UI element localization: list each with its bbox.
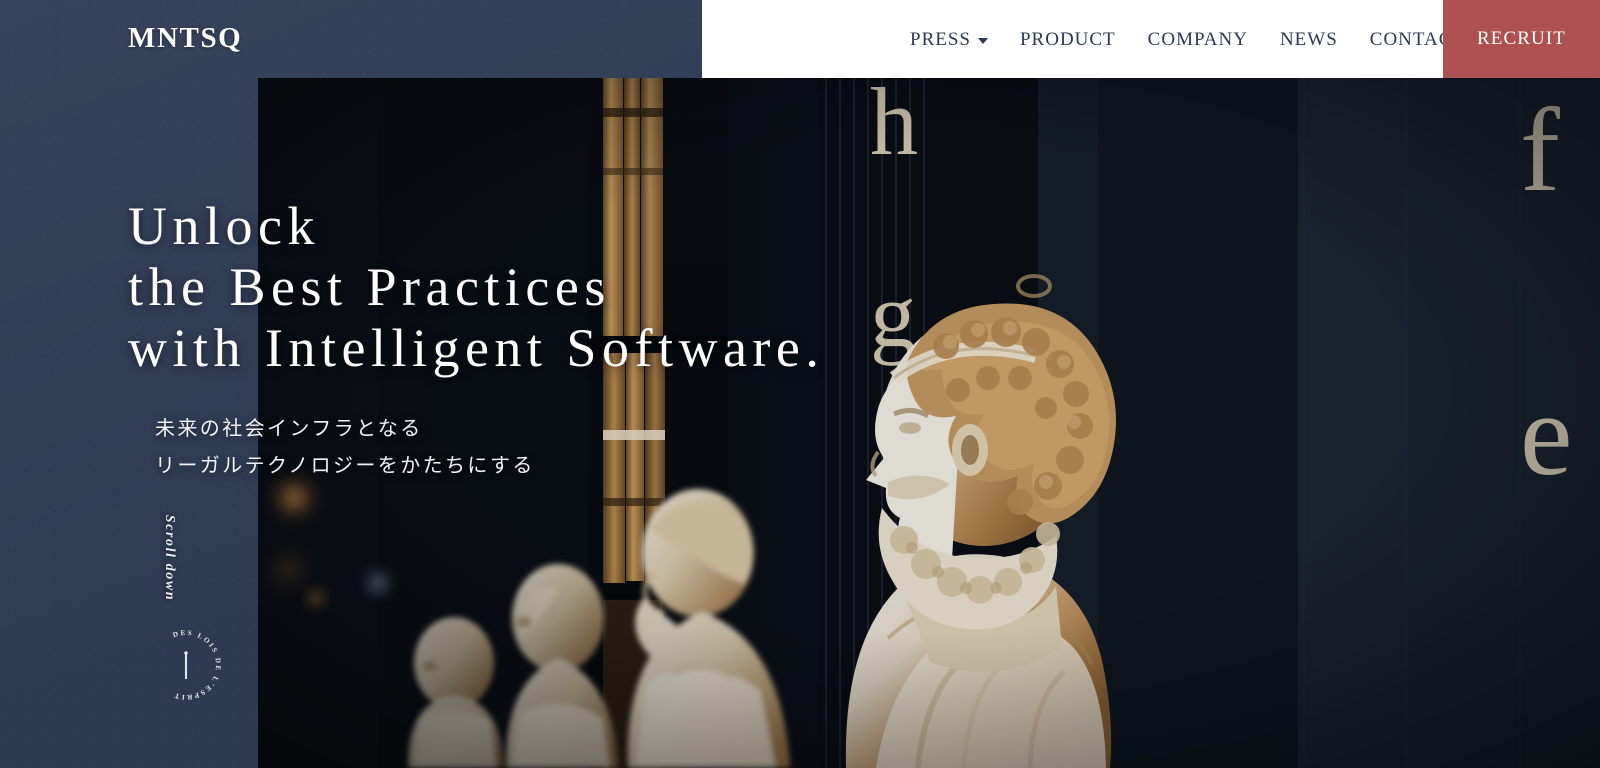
hero-headline-line-2: the Best Practices	[128, 257, 611, 317]
landing-page: h g f e	[0, 0, 1600, 768]
recruit-button-label: RECRUIT	[1477, 28, 1566, 49]
nav-item-news[interactable]: NEWS	[1264, 30, 1354, 49]
hero-subcopy-line-2: リーガルテクノロジーをかたちにする	[155, 453, 535, 477]
nav-item-news-label: NEWS	[1279, 28, 1338, 50]
scroll-down-indicator[interactable]: Scroll down	[160, 513, 178, 603]
nav-item-product[interactable]: PRODUCT	[1004, 30, 1132, 49]
nav-item-company-label: COMPANY	[1147, 28, 1248, 50]
chevron-down-icon	[977, 38, 988, 44]
circular-emblem: DES LOIS DE L'ESPRIT	[148, 627, 224, 703]
nav-item-press[interactable]: PRESS	[894, 30, 1004, 49]
site-header: MNTSQ PRESS PRODUCT COMPANY NEWS CONTACT	[0, 0, 1600, 78]
nav-links: PRESS PRODUCT COMPANY NEWS CONTACT	[894, 30, 1481, 49]
nav-item-product-label: PRODUCT	[1019, 28, 1116, 50]
recruit-button[interactable]: RECRUIT	[1443, 0, 1600, 78]
scroll-down-label: Scroll down	[162, 514, 177, 602]
emblem-legend: DES LOIS DE L'ESPRIT	[172, 629, 222, 701]
hero-subcopy: 未来の社会インフラとなる リーガルテクノロジーをかたちにする	[155, 410, 535, 484]
nav-item-company[interactable]: COMPANY	[1132, 30, 1264, 49]
hero-headline: Unlock the Best Practices with Intellige…	[128, 196, 824, 379]
nav-item-press-label: PRESS	[910, 28, 971, 50]
plumb-pivot-icon	[184, 651, 188, 655]
site-logo[interactable]: MNTSQ	[128, 20, 242, 56]
hero-headline-line-1: Unlock	[128, 196, 320, 256]
hero-subcopy-line-1: 未来の社会インフラとなる	[155, 416, 423, 440]
hero-headline-line-3: with Intelligent Software.	[128, 318, 825, 378]
